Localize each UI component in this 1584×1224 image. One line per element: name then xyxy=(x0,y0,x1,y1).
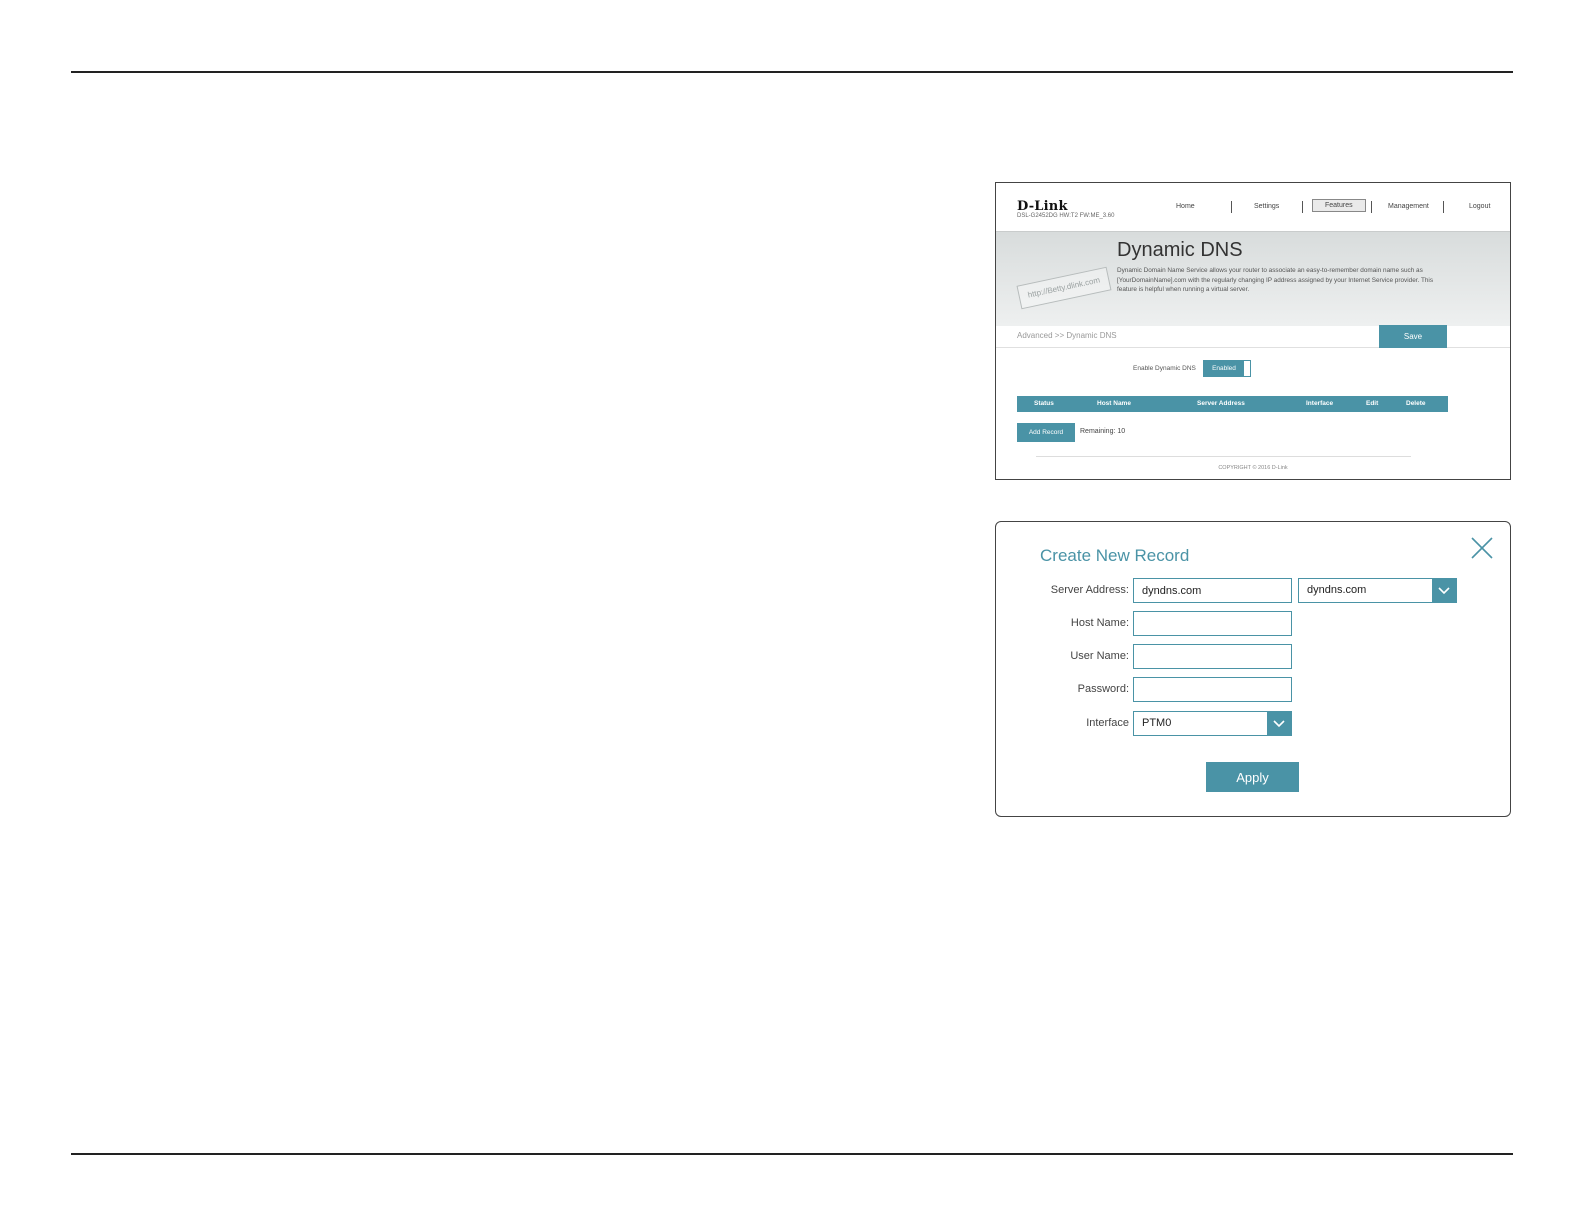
page-description: Dynamic Domain Name Service allows your … xyxy=(1117,267,1434,293)
chevron-down-icon xyxy=(1267,712,1291,735)
router-dynamic-dns-screenshot: D-Link DSL-G2452DG HW:T2 FW:ME_3.60 Home… xyxy=(995,182,1511,480)
server-select-value: dyndns.com xyxy=(1307,584,1367,596)
user-name-label: User Name: xyxy=(1070,650,1129,662)
col-host-name: Host Name xyxy=(1097,400,1131,407)
interface-select[interactable]: PTM0 xyxy=(1133,711,1292,736)
col-edit: Edit xyxy=(1366,400,1379,407)
chevron-down-icon xyxy=(1432,579,1456,602)
page-title: Dynamic DNS xyxy=(1117,239,1243,261)
records-table-header: Status Host Name Server Address Interfac… xyxy=(1017,396,1448,412)
host-name-input[interactable] xyxy=(1133,611,1292,636)
server-address-select[interactable]: dyndns.com xyxy=(1298,578,1457,603)
nav-settings[interactable]: Settings xyxy=(1254,203,1279,210)
interface-label: Interface xyxy=(1086,717,1129,729)
save-button[interactable]: Save xyxy=(1379,325,1447,348)
footer-divider xyxy=(1036,456,1411,457)
page-top-rule xyxy=(71,71,1513,73)
router-header: D-Link DSL-G2452DG HW:T2 FW:ME_3.60 Home… xyxy=(996,183,1510,233)
col-interface: Interface xyxy=(1306,400,1334,407)
nav-separator xyxy=(1231,201,1232,213)
password-input[interactable] xyxy=(1133,677,1292,702)
breadcrumb[interactable]: Advanced >> Dynamic DNS xyxy=(1017,331,1117,340)
nav-separator xyxy=(1371,201,1372,213)
model-info: DSL-G2452DG HW:T2 FW:ME_3.60 xyxy=(1017,213,1115,219)
user-name-input[interactable] xyxy=(1133,644,1292,669)
modal-title: Create New Record xyxy=(1040,546,1190,565)
enable-ddns-label: Enable Dynamic DNS xyxy=(1133,365,1196,372)
url-bar-illustration: http://Betty.dlink.com xyxy=(1016,266,1112,310)
nav-home[interactable]: Home xyxy=(1176,203,1195,210)
host-name-label: Host Name: xyxy=(1070,617,1129,629)
toggle-state-label: Enabled xyxy=(1204,361,1244,376)
page-bottom-rule xyxy=(71,1153,1513,1155)
enable-ddns-toggle[interactable]: Enabled xyxy=(1203,360,1251,377)
add-record-button[interactable]: Add Record xyxy=(1017,423,1075,442)
password-label: Password: xyxy=(1077,683,1129,695)
dlink-logo: D-Link xyxy=(1017,199,1068,214)
col-server-address: Server Address xyxy=(1197,400,1245,407)
nav-logout[interactable]: Logout xyxy=(1469,203,1490,210)
create-record-modal: Create New Record Server Address: dyndns… xyxy=(995,521,1511,817)
close-icon[interactable] xyxy=(1470,536,1494,560)
col-status: Status xyxy=(1034,400,1054,407)
nav-management[interactable]: Management xyxy=(1388,203,1429,210)
interface-select-value: PTM0 xyxy=(1142,717,1172,729)
remaining-count: Remaining: 10 xyxy=(1080,428,1126,435)
apply-button[interactable]: Apply xyxy=(1206,762,1299,792)
server-address-input[interactable] xyxy=(1133,578,1292,603)
nav-features[interactable]: Features xyxy=(1312,199,1366,212)
copyright: COPYRIGHT © 2016 D-Link xyxy=(1218,465,1288,471)
nav-separator xyxy=(1302,201,1303,213)
col-delete: Delete xyxy=(1406,400,1426,407)
nav-separator xyxy=(1443,201,1444,213)
server-address-label: Server Address: xyxy=(1050,584,1129,596)
